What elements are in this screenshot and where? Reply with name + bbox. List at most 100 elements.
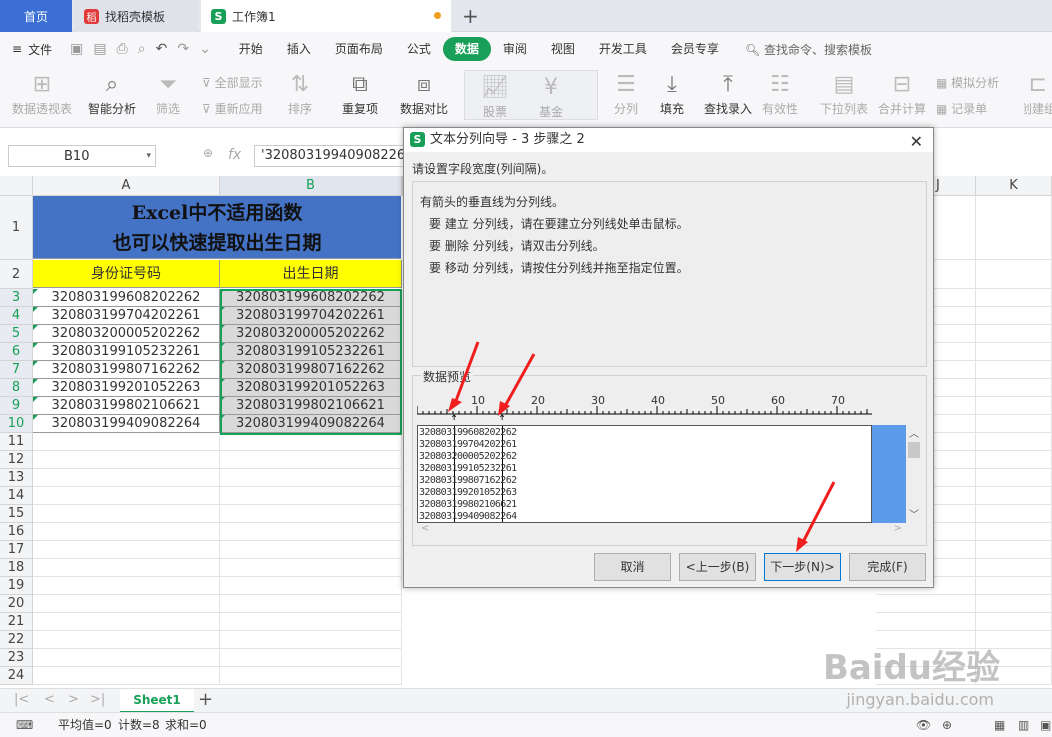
validity-button[interactable]: ☷ 有效性 — [762, 70, 798, 117]
row-header[interactable]: 23 — [0, 649, 33, 667]
scroll-left-icon[interactable]: < — [421, 523, 429, 534]
column-header-b[interactable]: B — [220, 176, 402, 196]
row-header[interactable]: 7 — [0, 361, 33, 379]
row-header[interactable]: 11 — [0, 433, 33, 451]
grid-cell[interactable] — [33, 559, 220, 577]
grid-cell[interactable] — [220, 631, 402, 649]
file-menu[interactable]: ≡ 文件 — [12, 41, 52, 58]
column-header-k[interactable]: K — [976, 176, 1052, 196]
normal-view-icon[interactable]: ▦ — [994, 713, 1005, 737]
lookup-entry-button[interactable]: ⤒ 查找录入 — [704, 70, 752, 117]
scroll-thumb[interactable] — [908, 442, 920, 458]
grid-cell[interactable] — [976, 260, 1052, 289]
zoom-icon[interactable]: ⊕ — [203, 146, 213, 160]
next-step-button[interactable]: 下一步(N)> — [764, 553, 841, 581]
grid-cell[interactable] — [220, 523, 402, 541]
preview-text-area[interactable]: 320803199608202262 320803199704202261 3208… — [417, 425, 872, 523]
grid-cell[interactable] — [33, 541, 220, 559]
row-header[interactable]: 10 — [0, 415, 33, 433]
header-birth-cell[interactable]: 出生日期 — [220, 260, 402, 288]
preview-vertical-scrollbar[interactable]: ︿ ﹀ — [906, 425, 922, 523]
duplicates-button[interactable]: ⧉ 重复项 — [342, 70, 378, 117]
grid-cell[interactable] — [976, 397, 1052, 415]
prev-step-button[interactable]: <上一步(B) — [679, 553, 756, 581]
input-method-icon[interactable]: ⊕ — [942, 713, 952, 737]
grid-cell[interactable] — [976, 325, 1052, 343]
row-header[interactable]: 9 — [0, 397, 33, 415]
grid-cell[interactable] — [33, 487, 220, 505]
birth-cell[interactable]: 320803199807162262 — [220, 361, 402, 379]
formula-input[interactable]: '320803199409082264 — [254, 145, 414, 167]
grid-cell[interactable] — [33, 523, 220, 541]
grid-cell[interactable] — [976, 343, 1052, 361]
id-cell[interactable]: 320803199704202261 — [33, 307, 220, 325]
grid-cell[interactable] — [976, 415, 1052, 433]
column-header-a[interactable]: A — [33, 176, 220, 196]
row-header[interactable]: 19 — [0, 577, 33, 595]
last-sheet-icon[interactable]: >| — [90, 692, 105, 707]
grid-cell[interactable] — [976, 505, 1052, 523]
grid-cell[interactable] — [876, 613, 976, 631]
row-header[interactable]: 3 — [0, 289, 33, 307]
menu-tab-member[interactable]: 会员专享 — [659, 37, 731, 61]
reapply-button[interactable]: ⊽ 重新应用 — [202, 100, 263, 117]
id-cell[interactable]: 320803200005202262 — [33, 325, 220, 343]
filter-button[interactable]: ⏷ 筛选 — [156, 70, 180, 117]
grid-cell[interactable] — [220, 505, 402, 523]
grid-cell[interactable] — [33, 451, 220, 469]
add-sheet-icon[interactable]: + — [198, 689, 213, 710]
grid-cell[interactable] — [220, 559, 402, 577]
menu-tab-home[interactable]: 开始 — [227, 37, 275, 61]
grid-cell[interactable] — [976, 595, 1052, 613]
next-sheet-icon[interactable]: > — [68, 692, 79, 707]
menu-tab-formula[interactable]: 公式 — [395, 37, 443, 61]
pivot-table-button[interactable]: ⊞ 数据透视表 — [12, 70, 72, 117]
grid-cell[interactable] — [220, 469, 402, 487]
row-header[interactable]: 8 — [0, 379, 33, 397]
save-icon[interactable]: ▣ — [70, 41, 83, 57]
birth-cell[interactable]: 320803199105232261 — [220, 343, 402, 361]
row-header[interactable]: 24 — [0, 667, 33, 685]
grid-cell[interactable] — [976, 361, 1052, 379]
preview-horizontal-scrollbar[interactable]: < > — [417, 523, 906, 539]
grid-cell[interactable] — [33, 613, 220, 631]
page-layout-view-icon[interactable]: ▥ — [1018, 713, 1029, 737]
column-ruler[interactable]: ↑ ↑ 10 20 30 40 50 60 70 — [416, 390, 879, 425]
scroll-up-icon[interactable]: ︿ — [906, 425, 922, 440]
id-cell[interactable]: 320803199105232261 — [33, 343, 220, 361]
grid-cell[interactable] — [976, 559, 1052, 577]
birth-cell[interactable]: 320803199608202262 — [220, 289, 402, 307]
menu-tab-layout[interactable]: 页面布局 — [323, 37, 395, 61]
row-header[interactable]: 14 — [0, 487, 33, 505]
grid-cell[interactable] — [976, 433, 1052, 451]
id-cell[interactable]: 320803199802106621 — [33, 397, 220, 415]
eye-protection-icon[interactable]: 👁︎ — [916, 713, 931, 737]
page-break-view-icon[interactable]: ▣ — [1040, 713, 1051, 737]
grid-cell[interactable] — [33, 469, 220, 487]
grid-cell[interactable] — [33, 667, 220, 685]
id-cell[interactable]: 320803199807162262 — [33, 361, 220, 379]
row-header[interactable]: 5 — [0, 325, 33, 343]
dropdown-list-button[interactable]: ▤ 下拉列表 — [820, 70, 868, 117]
first-sheet-icon[interactable]: |< — [14, 692, 29, 707]
select-all-corner[interactable] — [0, 176, 33, 196]
birth-cell[interactable]: 320803199802106621 — [220, 397, 402, 415]
row-header[interactable]: 17 — [0, 541, 33, 559]
row-header[interactable]: 12 — [0, 451, 33, 469]
row-header[interactable]: 13 — [0, 469, 33, 487]
birth-cell[interactable]: 320803200005202262 — [220, 325, 402, 343]
grid-cell[interactable] — [976, 196, 1052, 260]
sort-button[interactable]: ⇅ 排序 — [288, 70, 312, 117]
menu-tab-review[interactable]: 审阅 — [491, 37, 539, 61]
export-icon[interactable]: ▤ — [93, 41, 106, 57]
row-header[interactable]: 15 — [0, 505, 33, 523]
fill-button[interactable]: ⤓ 填充 — [660, 70, 684, 117]
grid-cell[interactable] — [220, 667, 402, 685]
scroll-down-icon[interactable]: ﹀ — [906, 506, 922, 521]
row-header[interactable]: 22 — [0, 631, 33, 649]
prev-sheet-icon[interactable]: < — [44, 692, 55, 707]
preview-icon[interactable]: ⌕ — [138, 41, 146, 57]
birth-cell[interactable]: 320803199201052263 — [220, 379, 402, 397]
row-header[interactable]: 1 — [0, 196, 33, 260]
merge-calc-button[interactable]: ⊟ 合并计算 — [878, 70, 926, 117]
